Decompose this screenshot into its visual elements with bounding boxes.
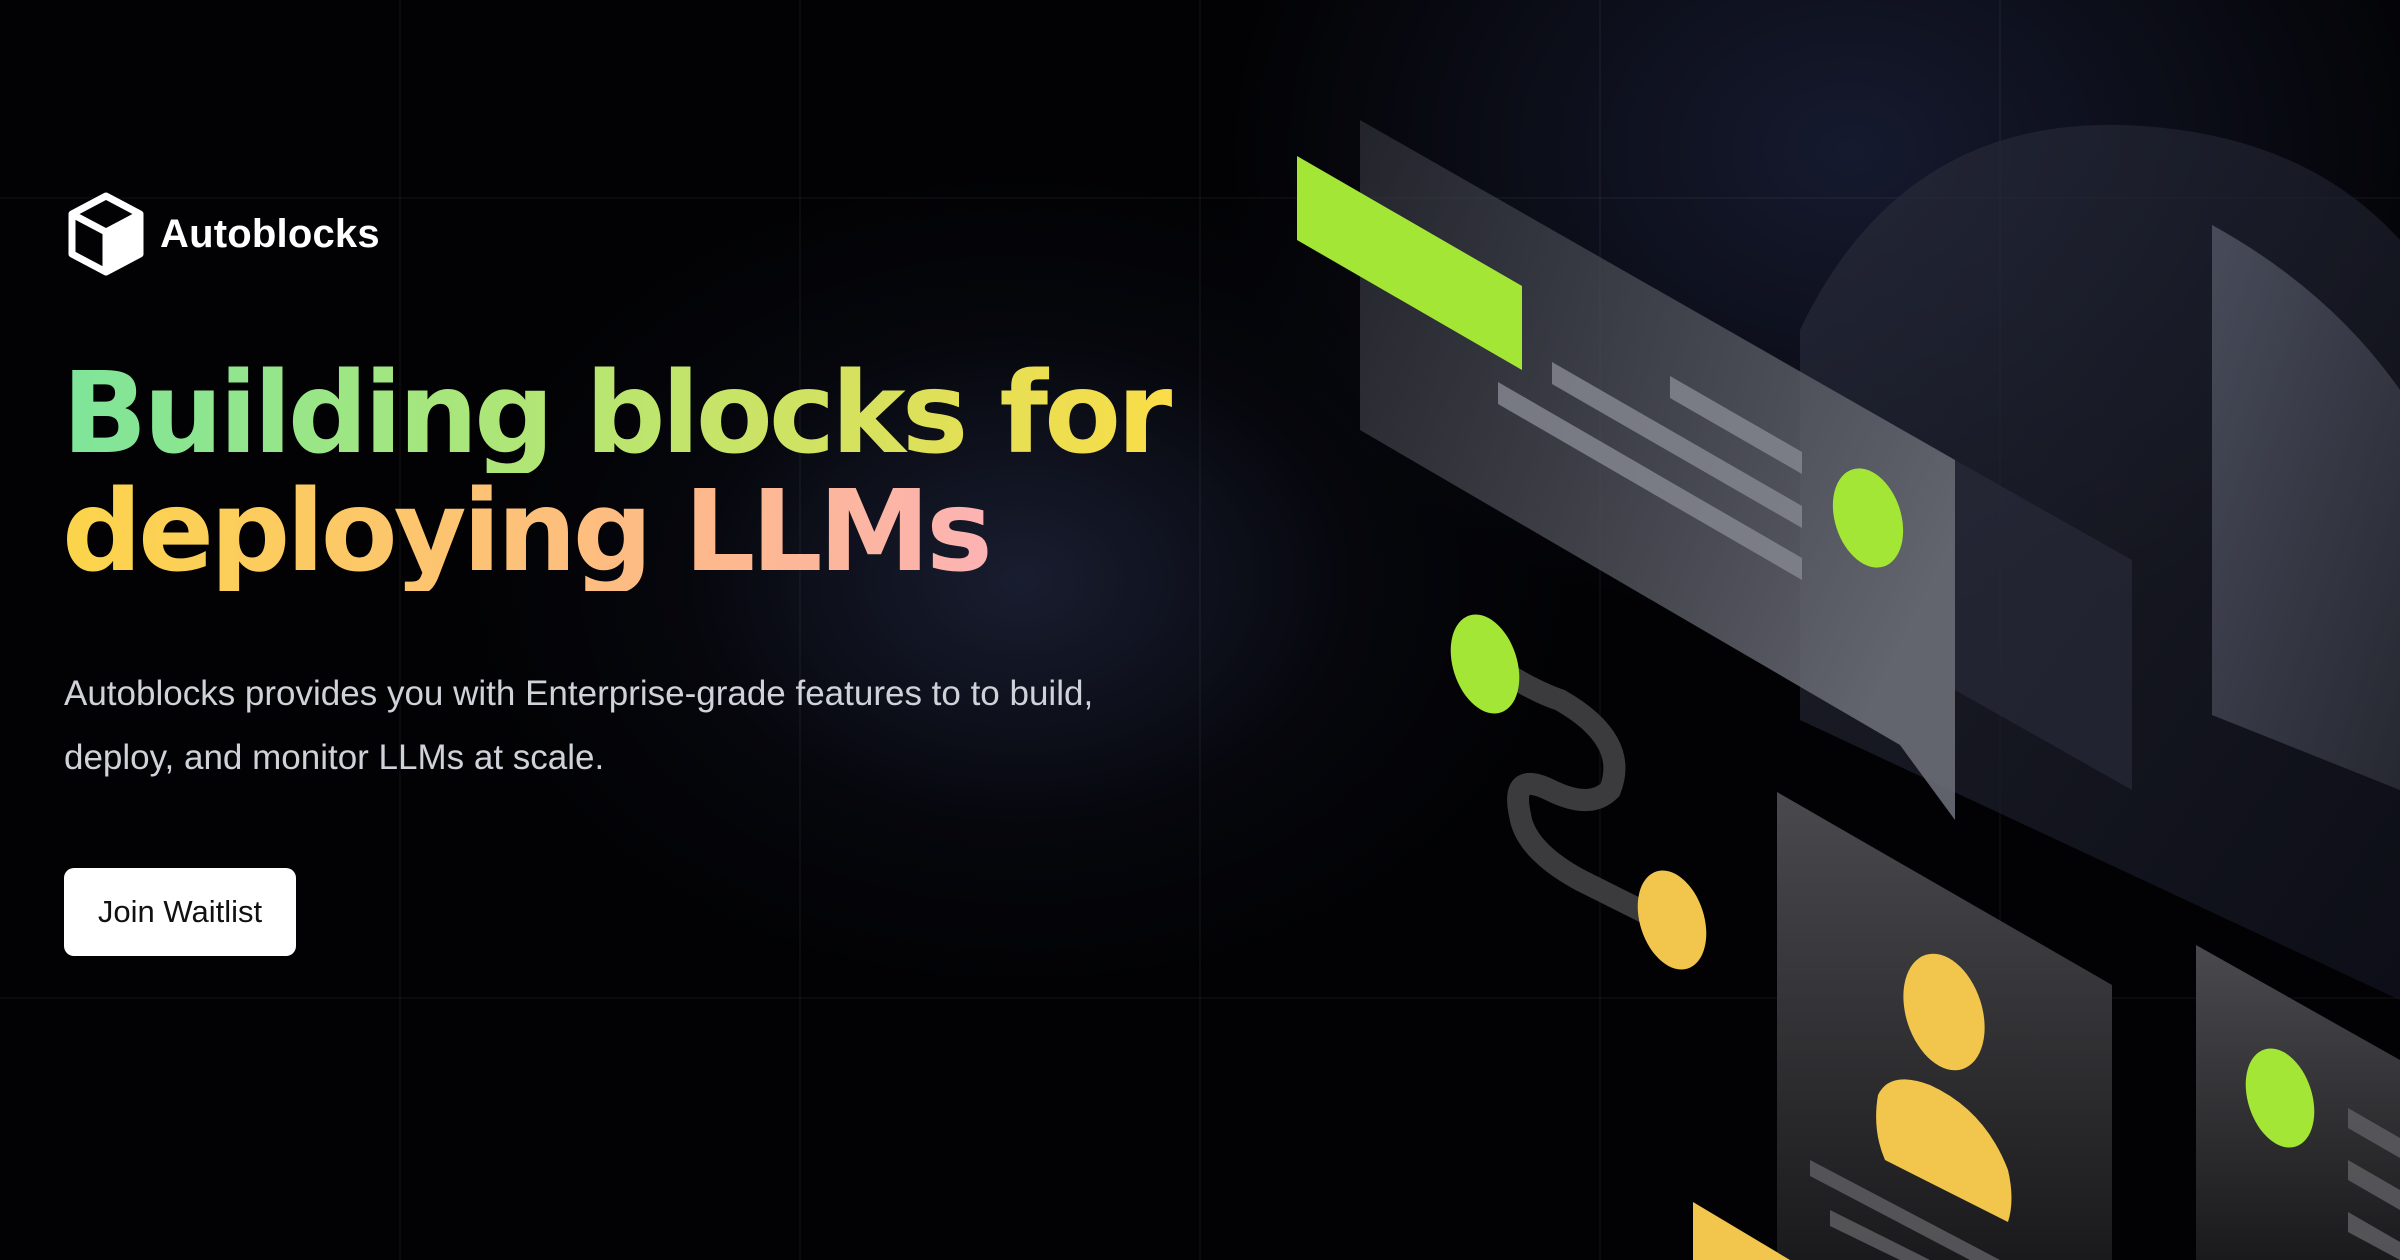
blocks-illustration xyxy=(1297,120,2400,1260)
cube-icon xyxy=(66,192,146,276)
headline-line-2: deploying LLMs xyxy=(62,473,1212,591)
brand-logo[interactable]: Autoblocks xyxy=(66,192,380,276)
tall-slab-shape xyxy=(2212,225,2400,790)
connector-path-icon xyxy=(1450,614,1707,970)
chat-window-icon xyxy=(1297,120,2132,820)
hero-subtitle: Autoblocks provides you with Enterprise-… xyxy=(64,674,1094,777)
background-grid xyxy=(0,0,2400,1260)
page-title: Building blocks for deploying LLMs xyxy=(62,355,1212,591)
join-waitlist-button[interactable]: Join Waitlist xyxy=(64,868,296,956)
user-profile-card-icon xyxy=(1693,792,2112,1260)
hero-banner: Autoblocks Building blocks for deploying… xyxy=(0,0,2400,1260)
arch-shape xyxy=(1800,124,2400,1000)
brand-name: Autoblocks xyxy=(160,211,380,256)
document-card-icon xyxy=(2196,945,2400,1260)
headline-line-1: Building blocks for xyxy=(62,355,1212,473)
